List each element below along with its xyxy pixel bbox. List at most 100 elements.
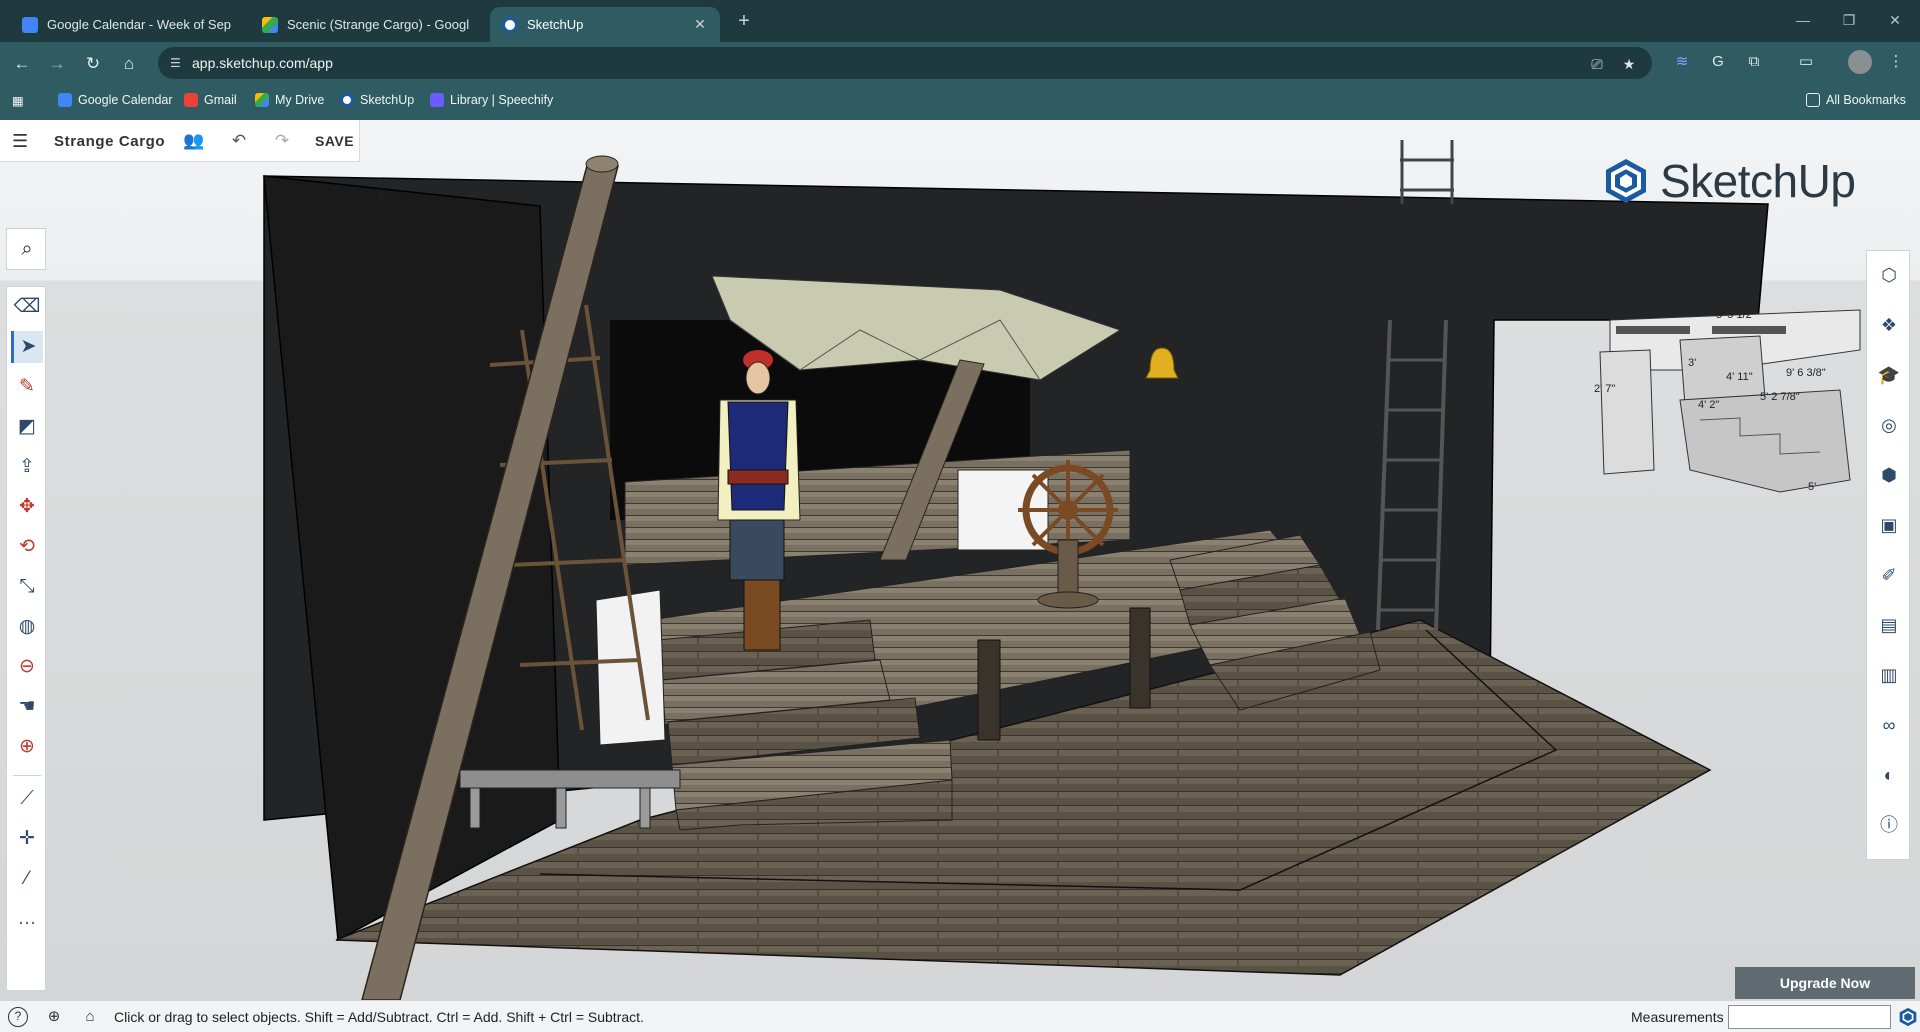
- bookmark-label: My Drive: [275, 93, 325, 107]
- speechify-icon: [430, 93, 444, 107]
- zoom-extents-icon[interactable]: ⊕: [11, 731, 43, 763]
- move-icon[interactable]: ✥: [11, 491, 43, 523]
- dimension-label: 5' 2 7/8": [1760, 391, 1800, 403]
- extensions-puzzle-icon[interactable]: ⧉: [1742, 50, 1766, 74]
- eyedropper-icon[interactable]: ⁄: [11, 863, 43, 895]
- chrome-menu-icon[interactable]: ⋮: [1884, 50, 1908, 74]
- google-drive-favicon-icon: [262, 16, 278, 33]
- bookmark-label: Google Calendar: [78, 93, 173, 107]
- gmail-icon: [184, 93, 198, 107]
- back-icon[interactable]: ←: [9, 51, 35, 77]
- google-calendar-favicon-icon: [22, 16, 38, 33]
- bookmark-label: Library | Speechify: [450, 93, 554, 107]
- new-tab-icon[interactable]: +: [732, 10, 756, 34]
- measurements-label: Measurements: [1631, 1009, 1724, 1025]
- bookmark-speechify[interactable]: Library | Speechify: [430, 93, 553, 107]
- sketchup-logo-icon: [1606, 159, 1646, 203]
- tape-measure-icon[interactable]: ⟋: [11, 783, 43, 815]
- info-icon[interactable]: ⓘ: [1873, 809, 1905, 841]
- platform-post: [1129, 607, 1151, 709]
- components-icon[interactable]: ❖: [1873, 309, 1905, 341]
- reload-icon[interactable]: ↻: [80, 51, 106, 77]
- styles-icon[interactable]: ⬢: [1873, 459, 1905, 491]
- solar-north-icon[interactable]: ◐: [1873, 759, 1905, 791]
- redo-icon[interactable]: ↷: [271, 130, 293, 152]
- hamburger-menu-icon[interactable]: ☰: [12, 131, 32, 151]
- help-icon[interactable]: ?: [8, 1007, 28, 1027]
- sketchup-logo: SketchUp: [1602, 154, 1856, 208]
- all-bookmarks[interactable]: All Bookmarks: [1806, 93, 1906, 107]
- upgrade-now-button[interactable]: Upgrade Now: [1735, 967, 1915, 999]
- bookmark-star-icon[interactable]: ★: [1620, 55, 1638, 73]
- view-glasses-icon[interactable]: ∞: [1873, 709, 1905, 741]
- bookmark-my-drive[interactable]: My Drive: [255, 93, 324, 107]
- address-bar[interactable]: ☰ app.sketchup.com/app ⎚ ★: [158, 47, 1652, 79]
- tab-title: Scenic (Strange Cargo) - Googl: [287, 17, 470, 32]
- restore-window-icon[interactable]: ❐: [1826, 8, 1872, 32]
- dimension-label: 3': [1688, 357, 1696, 369]
- grammarly-extension-icon[interactable]: G: [1706, 50, 1730, 74]
- tab-title: SketchUp: [527, 17, 584, 32]
- url-text: app.sketchup.com/app: [192, 55, 333, 71]
- save-button[interactable]: SAVE: [315, 133, 354, 149]
- install-app-icon[interactable]: ⎚: [1588, 55, 1606, 73]
- browser-tab-strip: Google Calendar - Week of Sep Scenic (St…: [0, 0, 1920, 42]
- dimension-icon[interactable]: ✛: [11, 823, 43, 855]
- 3d-viewport[interactable]: 5' 5 1/2" 5' 5 1/2" 3' 9' 6 3/8" 4' 11" …: [0, 120, 1920, 1000]
- tab-google-calendar[interactable]: Google Calendar - Week of Sep: [10, 7, 248, 42]
- speechify-extension-icon[interactable]: ≋: [1670, 50, 1694, 74]
- search-icon[interactable]: ⌕: [11, 233, 43, 265]
- display-icon[interactable]: ▥: [1873, 659, 1905, 691]
- globe-icon[interactable]: ⊕: [44, 1007, 64, 1027]
- more-tools-icon[interactable]: …: [11, 903, 43, 935]
- sketchup-icon: [340, 93, 354, 107]
- pan-hand-icon[interactable]: ☚: [11, 691, 43, 723]
- status-message: Click or drag to select objects. Shift =…: [114, 1009, 644, 1025]
- site-settings-icon[interactable]: ☰: [170, 55, 186, 71]
- dimension-label: 5': [378, 191, 386, 203]
- mouse-icon[interactable]: ⌂: [80, 1007, 100, 1027]
- measurements-input[interactable]: [1728, 1005, 1891, 1029]
- dimension-label: 4' 11": [1726, 371, 1753, 383]
- paint-bucket-icon[interactable]: ◍: [11, 611, 43, 643]
- logo-text: SketchUp: [1660, 155, 1856, 207]
- entity-info-icon[interactable]: ⬡: [1873, 259, 1905, 291]
- scale-icon[interactable]: ⤡: [11, 571, 43, 603]
- side-panel-icon[interactable]: ▭: [1794, 50, 1818, 74]
- home-icon[interactable]: ⌂: [116, 51, 142, 77]
- tags-icon[interactable]: ✐: [1873, 559, 1905, 591]
- orbit-icon[interactable]: ⊖: [11, 651, 43, 683]
- close-window-icon[interactable]: ✕: [1872, 8, 1918, 32]
- minimize-window-icon[interactable]: —: [1780, 8, 1826, 32]
- outliner-icon[interactable]: ▣: [1873, 509, 1905, 541]
- bookmark-sketchup[interactable]: SketchUp: [340, 93, 414, 107]
- dimension-label: 5' 5 1/2": [1716, 309, 1756, 321]
- sketchup-small-logo-icon: [1899, 1007, 1917, 1027]
- project-title[interactable]: Strange Cargo: [54, 133, 165, 150]
- left-toolbar: ⌫ ➤ ✎ ◩ ⇪ ✥ ⟲ ⤡ ◍ ⊖ ☚ ⊕ ⟋ ✛ ⁄ …: [6, 286, 46, 991]
- rectangle-icon[interactable]: ◩: [11, 411, 43, 443]
- bookmarks-bar: ▦ Google Calendar Gmail My Drive SketchU…: [0, 84, 1920, 120]
- materials-icon[interactable]: ◎: [1873, 409, 1905, 441]
- search-tools-panel: ⌕: [6, 228, 46, 270]
- share-users-icon[interactable]: 👥: [183, 130, 205, 152]
- tab-title: Google Calendar - Week of Sep: [47, 17, 232, 32]
- eraser-icon[interactable]: ⌫: [11, 291, 43, 323]
- select-arrow-icon[interactable]: ➤: [11, 331, 43, 363]
- toolbar-divider: [13, 775, 41, 776]
- bookmark-gmail[interactable]: Gmail: [184, 93, 237, 107]
- forward-icon[interactable]: →: [44, 51, 70, 77]
- push-pull-icon[interactable]: ⇪: [11, 451, 43, 483]
- status-bar: ? ⊕ ⌂ Click or drag to select objects. S…: [0, 1000, 1920, 1032]
- apps-grid-icon[interactable]: ▦: [12, 93, 24, 108]
- pencil-icon[interactable]: ✎: [11, 371, 43, 403]
- close-tab-icon[interactable]: ✕: [692, 16, 708, 33]
- scenes-icon[interactable]: ▤: [1873, 609, 1905, 641]
- tab-sketchup[interactable]: SketchUp ✕: [490, 7, 720, 42]
- tab-scenic-doc[interactable]: Scenic (Strange Cargo) - Googl: [250, 7, 488, 42]
- instructor-icon[interactable]: 🎓: [1873, 359, 1905, 391]
- rotate-icon[interactable]: ⟲: [11, 531, 43, 563]
- undo-icon[interactable]: ↶: [228, 130, 250, 152]
- bookmark-google-calendar[interactable]: Google Calendar: [58, 93, 173, 107]
- profile-avatar[interactable]: [1848, 50, 1872, 74]
